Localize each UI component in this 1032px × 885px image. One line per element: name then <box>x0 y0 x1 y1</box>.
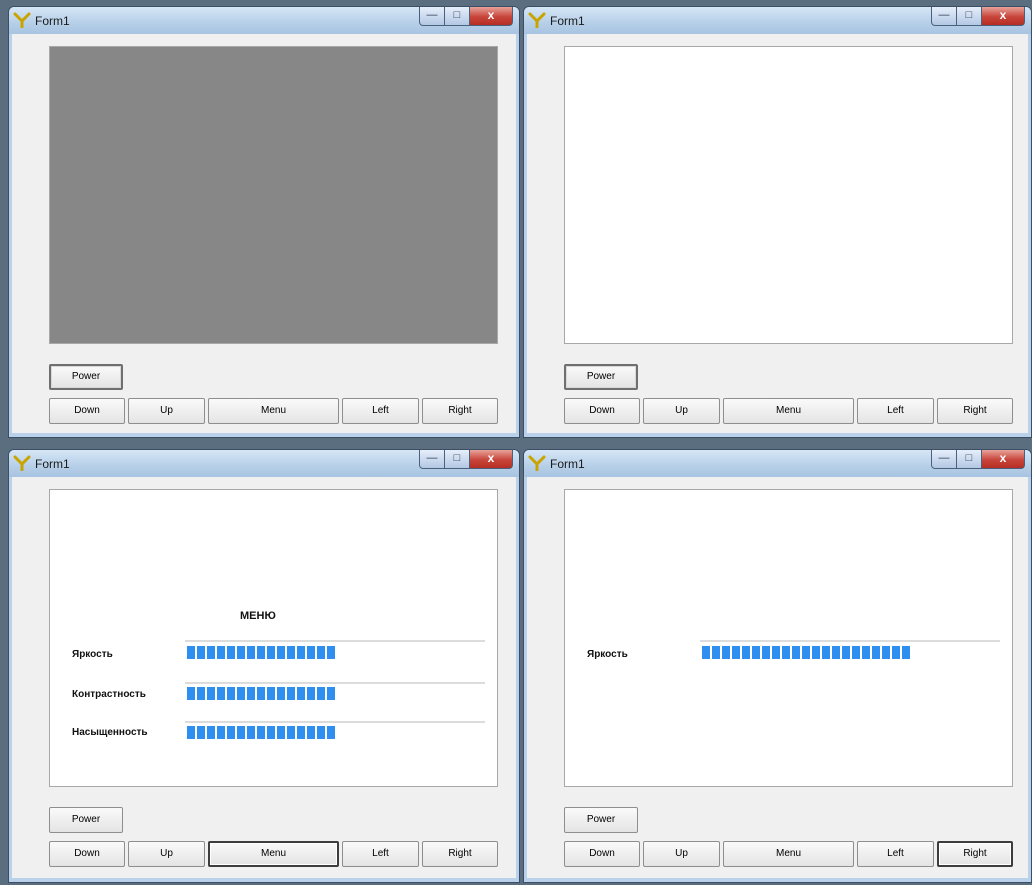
power-button[interactable]: Power <box>49 364 123 390</box>
slider-track <box>185 682 485 684</box>
contrast-label: Контрастность <box>72 689 146 700</box>
window-title: Form1 <box>35 457 70 471</box>
menu-button[interactable]: Menu <box>208 841 339 867</box>
slider-track <box>185 721 485 723</box>
brightness-label: Яркость <box>72 649 113 660</box>
client-area: Power Down Up Menu Left Right <box>527 34 1028 433</box>
right-button[interactable]: Right <box>937 398 1013 424</box>
up-button[interactable]: Up <box>128 841 205 867</box>
power-button[interactable]: Power <box>49 807 123 833</box>
up-button[interactable]: Up <box>128 398 205 424</box>
title-bar[interactable]: Form1 — □ x <box>524 7 1031 34</box>
minimize-icon[interactable]: — <box>931 7 957 26</box>
menu-title: МЕНЮ <box>240 610 276 622</box>
window-controls: — □ x <box>931 7 1025 27</box>
title-bar[interactable]: Form1 — □ x <box>9 7 519 34</box>
window-title: Form1 <box>35 14 70 28</box>
close-icon[interactable]: x <box>470 450 513 469</box>
menu-button[interactable]: Menu <box>208 398 339 424</box>
window-controls: — □ x <box>931 450 1025 470</box>
window-controls: — □ x <box>419 450 513 470</box>
window-title: Form1 <box>550 14 585 28</box>
slider-track <box>185 640 485 642</box>
form-window-2: Form1 — □ x Power Down Up Menu Left Righ… <box>523 6 1032 438</box>
form-window-1: Form1 — □ x Power Down Up Menu Left Righ… <box>8 6 520 438</box>
form-window-4: Form1 — □ x Яркость Power Down Up Menu L… <box>523 449 1032 883</box>
window-title: Form1 <box>550 457 585 471</box>
right-button[interactable]: Right <box>937 841 1013 867</box>
left-button[interactable]: Left <box>342 398 419 424</box>
right-button[interactable]: Right <box>422 841 498 867</box>
brightness-bar <box>187 646 337 659</box>
tv-screen <box>564 46 1013 344</box>
tv-screen: МЕНЮ Яркость Контрастность Насыщенность <box>49 489 498 787</box>
app-icon <box>528 455 546 471</box>
close-icon[interactable]: x <box>982 7 1025 26</box>
contrast-bar <box>187 687 337 700</box>
power-button[interactable]: Power <box>564 364 638 390</box>
tv-screen: Яркость <box>564 489 1013 787</box>
down-button[interactable]: Down <box>49 398 125 424</box>
saturation-bar <box>187 726 337 739</box>
left-button[interactable]: Left <box>857 841 934 867</box>
slider-track <box>700 640 1000 642</box>
app-icon <box>528 12 546 28</box>
menu-button[interactable]: Menu <box>723 841 854 867</box>
client-area: Яркость Power Down Up Menu Left Right <box>527 477 1028 878</box>
title-bar[interactable]: Form1 — □ x <box>524 450 1031 477</box>
maximize-icon[interactable]: □ <box>445 450 470 469</box>
client-area: Power Down Up Menu Left Right <box>12 34 516 433</box>
maximize-icon[interactable]: □ <box>957 450 982 469</box>
right-button[interactable]: Right <box>422 398 498 424</box>
close-icon[interactable]: x <box>982 450 1025 469</box>
down-button[interactable]: Down <box>564 398 640 424</box>
window-controls: — □ x <box>419 7 513 27</box>
left-button[interactable]: Left <box>342 841 419 867</box>
up-button[interactable]: Up <box>643 841 720 867</box>
menu-button[interactable]: Menu <box>723 398 854 424</box>
up-button[interactable]: Up <box>643 398 720 424</box>
maximize-icon[interactable]: □ <box>957 7 982 26</box>
down-button[interactable]: Down <box>49 841 125 867</box>
minimize-icon[interactable]: — <box>419 450 445 469</box>
form-window-3: Form1 — □ x МЕНЮ Яркость Контрастность Н… <box>8 449 520 883</box>
down-button[interactable]: Down <box>564 841 640 867</box>
minimize-icon[interactable]: — <box>419 7 445 26</box>
title-bar[interactable]: Form1 — □ x <box>9 450 519 477</box>
app-icon <box>13 12 31 28</box>
brightness-bar <box>702 646 912 659</box>
tv-screen <box>49 46 498 344</box>
left-button[interactable]: Left <box>857 398 934 424</box>
maximize-icon[interactable]: □ <box>445 7 470 26</box>
minimize-icon[interactable]: — <box>931 450 957 469</box>
brightness-label: Яркость <box>587 649 628 660</box>
app-icon <box>13 455 31 471</box>
saturation-label: Насыщенность <box>72 727 148 738</box>
client-area: МЕНЮ Яркость Контрастность Насыщенность … <box>12 477 516 878</box>
power-button[interactable]: Power <box>564 807 638 833</box>
close-icon[interactable]: x <box>470 7 513 26</box>
